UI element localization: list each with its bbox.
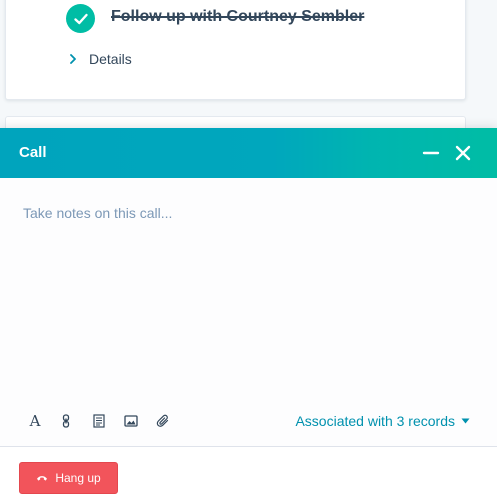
caret-down-icon — [461, 418, 470, 424]
close-icon — [455, 145, 471, 161]
insert-image-button[interactable] — [122, 412, 140, 430]
details-label: Details — [89, 51, 132, 67]
associated-records-dropdown[interactable]: Associated with 3 records — [295, 412, 470, 430]
minimize-button[interactable] — [421, 143, 441, 163]
close-button[interactable] — [453, 143, 473, 163]
insert-document-button[interactable] — [90, 412, 108, 430]
attach-file-button[interactable] — [154, 412, 172, 430]
call-footer: Hang up — [0, 448, 497, 502]
check-icon — [73, 13, 88, 24]
crm-task-view: Follow up with Courtney Sembler Details … — [0, 0, 497, 502]
phone-hangup-icon — [37, 476, 48, 481]
paperclip-icon — [156, 414, 169, 427]
task-complete-toggle[interactable] — [66, 4, 95, 33]
task-card: Follow up with Courtney Sembler Details — [5, 0, 466, 100]
chevron-right-icon — [70, 54, 76, 64]
text-format-icon: A — [29, 412, 41, 430]
document-icon — [93, 414, 105, 428]
associated-records-label: Associated with 3 records — [295, 413, 455, 429]
call-title: Call — [19, 144, 47, 161]
link-icon — [62, 414, 70, 428]
text-format-button[interactable]: A — [26, 412, 44, 430]
insert-link-button[interactable] — [57, 412, 75, 430]
minimize-icon — [422, 151, 440, 155]
task-title[interactable]: Follow up with Courtney Sembler — [111, 8, 364, 26]
hang-up-label: Hang up — [55, 471, 101, 485]
call-notes-input[interactable] — [0, 178, 497, 396]
hang-up-button[interactable]: Hang up — [19, 462, 118, 494]
details-toggle[interactable]: Details — [69, 50, 132, 68]
image-icon — [124, 415, 138, 427]
notes-toolbar: A Associated with 3 records — [0, 396, 497, 447]
call-header: Call — [0, 128, 497, 178]
call-panel: Call A — [0, 128, 497, 502]
